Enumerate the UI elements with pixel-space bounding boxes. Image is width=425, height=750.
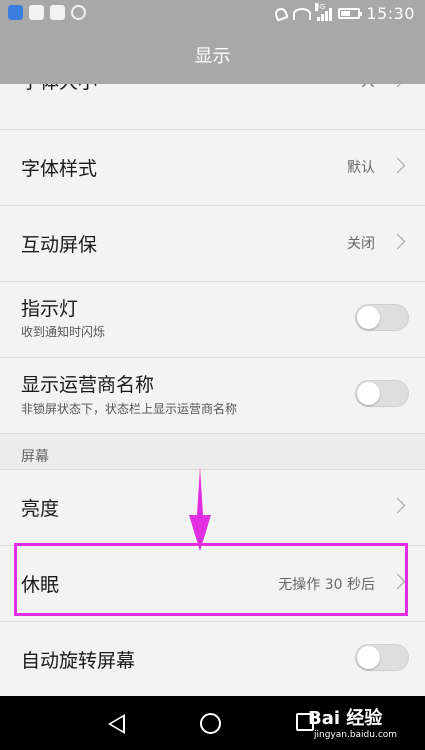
navigation-bar: Bai 经验 jingyan.baidu.com: [0, 696, 425, 750]
indicator-toggle[interactable]: [355, 304, 409, 331]
setting-subtitle: 非锁屏状态下，状态栏上显示运营商名称: [21, 402, 238, 416]
section-header-screen: 屏幕: [0, 434, 425, 470]
setting-indicator-light[interactable]: 指示灯 收到通知时闪烁: [0, 282, 425, 358]
setting-screensaver[interactable]: 互动屏保 关闭: [0, 206, 425, 282]
top-bar: 3G 15:30 显示: [0, 0, 425, 84]
chevron-right-icon: [389, 84, 406, 88]
chevron-right-icon: [389, 233, 406, 250]
back-icon[interactable]: [108, 714, 125, 734]
setting-carrier-name[interactable]: 显示运营商名称 非锁屏状态下，状态栏上显示运营商名称: [0, 358, 425, 434]
setting-label: 字体大小: [21, 84, 97, 94]
setting-subtitle: 收到通知时闪烁: [21, 325, 106, 339]
setting-value: 大: [361, 84, 375, 91]
app-icon: [8, 5, 23, 20]
image-icon: [50, 5, 65, 20]
carrier-name-toggle[interactable]: [355, 380, 409, 407]
annotation-arrow-icon: [189, 467, 211, 551]
status-left-icons: [8, 5, 86, 20]
auto-rotate-toggle[interactable]: [355, 644, 409, 671]
watermark-brand: Bai 经验: [308, 708, 383, 729]
home-icon[interactable]: [200, 713, 221, 734]
annotation-highlight-box: [14, 543, 408, 616]
toggle-knob: [357, 646, 380, 669]
status-bar: 3G 15:30: [0, 0, 425, 28]
baidu-watermark: Bai 经验 jingyan.baidu.com: [308, 700, 420, 746]
network-type: 3G: [315, 2, 326, 11]
setting-value: 默认: [347, 160, 375, 176]
ring-icon: [71, 5, 86, 20]
file-icon: [29, 5, 44, 20]
chevron-right-icon: [389, 497, 406, 514]
toggle-knob: [357, 382, 380, 405]
chevron-right-icon: [389, 157, 406, 174]
signal-icon: 3G: [315, 2, 333, 21]
setting-font-style[interactable]: 字体样式 默认: [0, 130, 425, 206]
setting-label: 显示运营商名称: [21, 374, 155, 396]
setting-auto-rotate[interactable]: 自动旋转屏幕: [0, 622, 425, 696]
section-title: 屏幕: [21, 449, 49, 465]
setting-label: 亮度: [21, 498, 60, 520]
battery-icon: [338, 8, 363, 19]
watermark-url: jingyan.baidu.com: [314, 730, 398, 740]
wifi-icon: [293, 7, 312, 20]
setting-font-size[interactable]: 字体大小 大: [0, 84, 425, 130]
mute-icon: [273, 5, 290, 22]
toggle-knob: [357, 306, 380, 329]
setting-value: 关闭: [347, 236, 375, 252]
setting-label: 指示灯: [21, 298, 79, 320]
status-time: 15:30: [366, 4, 415, 23]
setting-label: 互动屏保: [21, 234, 98, 256]
setting-label: 自动旋转屏幕: [21, 650, 136, 672]
status-right-icons: 3G 15:30: [273, 2, 415, 23]
page-title: 显示: [194, 46, 231, 67]
setting-label: 字体样式: [21, 158, 98, 180]
